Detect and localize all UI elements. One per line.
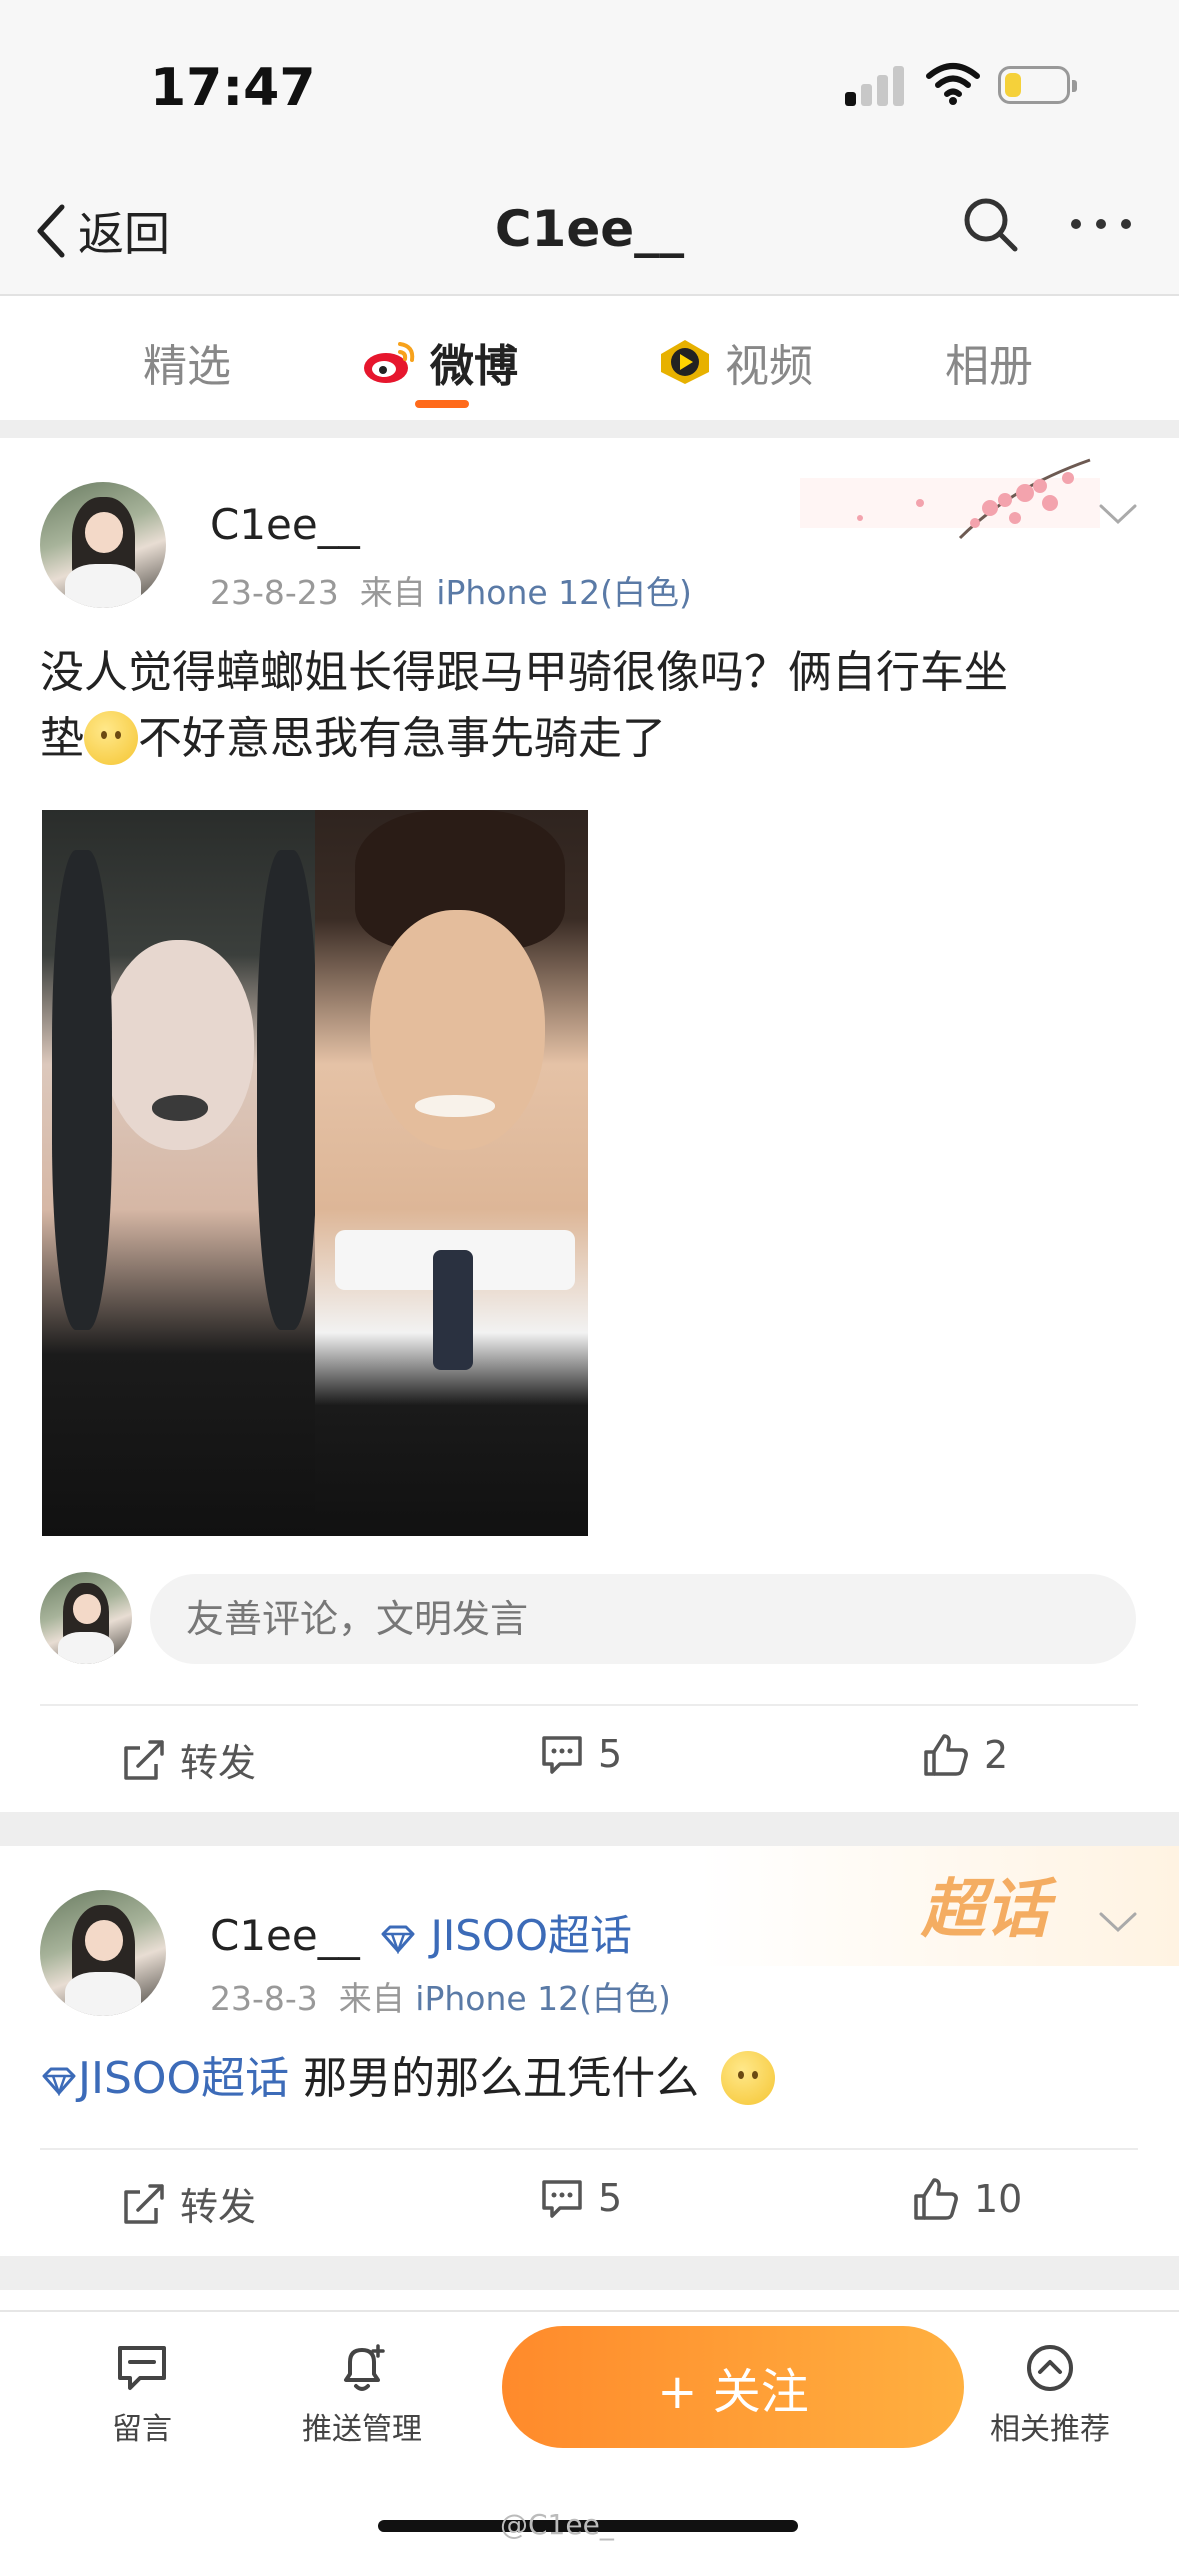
chevron-down-icon[interactable]	[1098, 502, 1138, 526]
wifi-icon	[926, 63, 980, 105]
post-meta: 23-8-3 来自 iPhone 12(白色)	[210, 1972, 671, 2020]
repost-button[interactable]: 转发	[122, 1732, 256, 1787]
tab-label: 精选	[143, 341, 231, 392]
comment-count: 5	[598, 2176, 623, 2220]
status-time: 17:47	[150, 58, 316, 118]
message-icon	[118, 2346, 166, 2390]
post-text: JISOO超话 那男的那么丑凭什么	[40, 2046, 776, 2112]
avatar[interactable]	[40, 1890, 166, 2016]
repost-label: 转发	[180, 1741, 257, 1785]
comment-icon	[542, 1736, 582, 1774]
tab-featured[interactable]: 精选	[143, 330, 231, 394]
comment-button[interactable]: 5	[540, 1732, 622, 1776]
comment-icon	[542, 2180, 582, 2218]
post-photo[interactable]	[315, 810, 588, 1536]
navigation-header: 返回 C1ee__	[0, 170, 1179, 296]
post-text: 没人觉得蟑螂姐长得跟马甲骑很像吗？俩自行车坐 垫 不好意思我有急事先骑走了	[40, 640, 1008, 772]
diamond-icon	[42, 2067, 76, 2096]
like-count: 2	[984, 1733, 1009, 1777]
like-button[interactable]: 2	[922, 1732, 1008, 1778]
back-button[interactable]: 返回	[32, 198, 170, 264]
post-text-fragment: 垫	[40, 713, 84, 764]
tab-label: 微博	[430, 341, 518, 392]
post-source-prefix: 来自	[359, 573, 426, 612]
comment-input[interactable]: 友善评论，文明发言	[150, 1574, 1136, 1664]
weibo-logo-icon	[364, 342, 415, 383]
watermark: @C1ee_	[500, 2508, 614, 2541]
post-text-line: 垫 不好意思我有急事先骑走了	[40, 706, 1008, 772]
bottom-action-bar: 留言 推送管理 + 关注 相关推荐 @C1ee_	[0, 2310, 1179, 2558]
related-recommendations-button[interactable]: 相关推荐	[990, 2342, 1110, 2448]
weibo-post: C1ee__ 23-8-23 来自 iPhone 12(白色) 没人觉得蟑螂姐长…	[0, 438, 1179, 1812]
push-settings-label: 推送管理	[302, 2412, 422, 2447]
tab-album[interactable]: 相册	[945, 330, 1033, 394]
chevron-left-icon	[37, 204, 65, 258]
repost-button[interactable]: 转发	[122, 2176, 256, 2231]
profile-tabs: 精选 微博 视频 相册	[0, 296, 1179, 420]
post-date: 23-8-3	[210, 1979, 318, 2018]
post-image-grid	[42, 810, 588, 1536]
post-text-fragment: 不好意思我有急事先骑走了	[138, 713, 666, 764]
tab-video[interactable]: 视频	[657, 330, 813, 394]
super-topic-link[interactable]: JISOO超话	[40, 2053, 289, 2104]
diamond-icon	[381, 1925, 415, 1954]
post-text-line: 没人觉得蟑螂姐长得跟马甲骑很像吗？俩自行车坐	[40, 647, 1008, 698]
cherry-blossom-decoration	[800, 458, 1100, 540]
thumbs-up-icon	[914, 2178, 958, 2220]
search-icon[interactable]	[960, 194, 1020, 254]
comment-count: 5	[598, 1732, 623, 1776]
repost-label: 转发	[180, 2185, 257, 2229]
message-label: 留言	[112, 2412, 172, 2447]
like-button[interactable]: 10	[912, 2176, 1022, 2222]
post-source-prefix: 来自	[338, 1979, 405, 2018]
post-date: 23-8-23	[210, 573, 339, 612]
tab-label: 相册	[945, 341, 1033, 392]
thinking-emoji-icon	[84, 711, 138, 765]
thumbs-up-icon	[924, 1734, 968, 1776]
super-topic-link-label: JISOO超话	[78, 2053, 290, 2104]
follow-button[interactable]: + 关注	[502, 2326, 964, 2448]
tab-label: 视频	[725, 341, 813, 392]
smile-emoji-icon	[721, 2051, 776, 2105]
active-tab-indicator	[415, 400, 469, 408]
post-photo[interactable]	[42, 810, 315, 1536]
chevron-up-circle-icon	[1027, 2345, 1073, 2391]
push-settings-button[interactable]: 推送管理	[302, 2342, 422, 2448]
post-meta: 23-8-23 来自 iPhone 12(白色)	[210, 566, 692, 614]
weibo-post: 超话 C1ee__ JISOO超话 23-8-3 来自 iPhone 12(白色…	[0, 1846, 1179, 2256]
chevron-down-icon[interactable]	[1098, 1910, 1138, 1934]
status-bar: 17:47	[0, 0, 1179, 170]
post-source[interactable]: iPhone 12(白色)	[415, 1979, 671, 2018]
post-text-fragment: 那男的那么丑凭什么	[289, 2053, 700, 2104]
related-recommendations-label: 相关推荐	[990, 2412, 1110, 2447]
cellular-signal-icon	[845, 62, 905, 106]
post-username[interactable]: C1ee__	[210, 500, 360, 549]
my-avatar	[40, 1572, 132, 1664]
post-actions: 转发 5 10	[0, 2150, 1179, 2250]
message-button[interactable]: 留言	[112, 2342, 172, 2448]
repost-icon	[124, 2183, 164, 2224]
video-play-icon	[661, 340, 709, 384]
post-username[interactable]: C1ee__	[210, 1911, 360, 1960]
more-options-icon[interactable]	[1068, 210, 1134, 238]
bell-icon	[344, 2344, 385, 2391]
like-count: 10	[974, 2177, 1023, 2221]
super-topic-tag-label: JISOO超话	[430, 1911, 633, 1960]
super-topic-tag[interactable]: JISOO超话	[379, 1911, 632, 1960]
back-label: 返回	[78, 207, 170, 261]
avatar[interactable]	[40, 482, 166, 608]
super-topic-badge: 超话	[921, 1873, 1049, 1947]
post-source[interactable]: iPhone 12(白色)	[436, 573, 692, 612]
post-username-line: C1ee__ JISOO超话	[210, 1902, 632, 1963]
battery-icon	[998, 66, 1077, 104]
comment-button[interactable]: 5	[540, 2176, 622, 2220]
repost-icon	[124, 1739, 164, 1780]
tab-weibo[interactable]: 微博	[362, 330, 518, 394]
post-actions: 转发 5 2	[0, 1706, 1179, 1806]
